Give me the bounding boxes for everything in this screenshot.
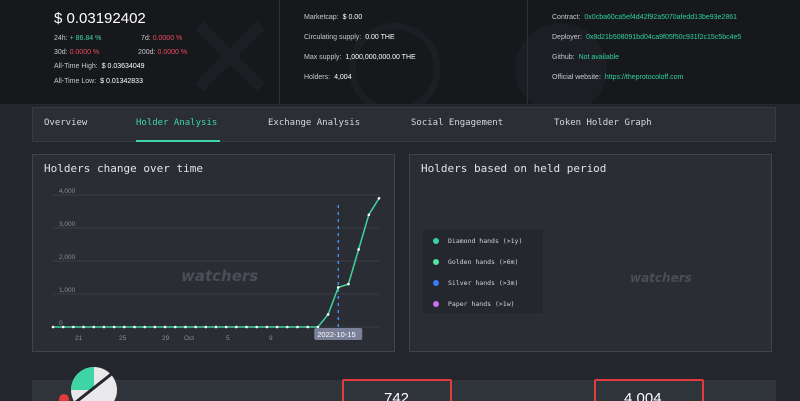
data-point[interactable] [214, 325, 218, 329]
y-tick-label: 4,000 [59, 188, 76, 195]
holders-over-time-panel: Holders change over time watchers 0 1,000… [32, 154, 395, 352]
github: Github: Not available [552, 54, 620, 61]
tab-holder-analysis[interactable]: Holder Analysis [136, 118, 217, 128]
price-section: $ 0.03192402 24h: + 86.84 % 7d: 0.0000 %… [32, 0, 280, 104]
tab-bar: Overview Holder Analysis Exchange Analys… [32, 107, 776, 142]
data-point[interactable] [347, 282, 350, 286]
holders-line-chart[interactable]: watchers 0 1,000 2,000 3,000 4,000 21 25 29 Oct… [33, 155, 394, 351]
x-tick-label: 5 [226, 335, 230, 342]
data-point[interactable] [296, 325, 299, 329]
data-point[interactable] [377, 197, 381, 200]
y-tick-label: 1,000 [59, 287, 76, 294]
x-tick-label: Oct [184, 335, 194, 342]
tab-exchange-analysis[interactable]: Exchange Analysis [268, 118, 360, 128]
data-point[interactable] [255, 325, 259, 329]
x-tick-label: 25 [119, 335, 127, 342]
summary-label-blurred: ▂▂▂ ▂▂▂▂ ▂▂▂ ▂▂▂▂ ▂▂ [165, 395, 286, 401]
y-tick-label: 0 [59, 320, 63, 327]
data-point[interactable] [326, 313, 330, 316]
held-period-legend: Diamond hands (>1y) Golden hands (>6m) S… [423, 229, 543, 313]
summary-logo-icon [59, 367, 117, 401]
data-point[interactable] [123, 325, 126, 329]
tab-overview[interactable]: Overview [44, 118, 87, 128]
legend-silver-hands[interactable]: Silver hands (>3m) [433, 279, 518, 287]
y-tick-label: 2,000 [59, 254, 76, 261]
data-point[interactable] [82, 325, 85, 329]
panel-title: Holders based on held period [421, 162, 607, 175]
token-header: ✕ ○ ● $ 0.03192402 24h: + 86.84 % 7d: 0.… [0, 0, 800, 104]
contract-section: Contract: 0x0cba60ca5ef4d42f92a5070afedd1… [528, 0, 800, 104]
data-point[interactable] [265, 325, 269, 329]
x-tick-label: 21 [75, 335, 83, 342]
data-point[interactable] [72, 325, 75, 329]
data-point[interactable] [194, 325, 197, 329]
summary-value-1: 742 [384, 390, 410, 401]
data-point[interactable] [153, 325, 157, 329]
data-point[interactable] [204, 325, 208, 329]
summary-value-2: 4,004 [624, 390, 662, 401]
data-point[interactable] [173, 325, 177, 329]
data-point[interactable] [245, 325, 248, 329]
legend-dot [433, 259, 439, 265]
data-point[interactable] [133, 325, 136, 329]
data-point[interactable] [336, 286, 340, 289]
website-link[interactable]: https://theprotocoloff.com [605, 74, 683, 81]
all-time-low: All-Time Low: $ 0.01342833 [54, 78, 143, 85]
deployer-link[interactable]: 0x8d21b508091bd04ca9f05f50c931f2c15c5bc4… [586, 34, 741, 41]
tab-social-engagement[interactable]: Social Engagement [411, 118, 503, 128]
legend-golden-hands[interactable]: Golden hands (>6m) [433, 258, 518, 266]
legend-dot [433, 280, 439, 286]
legend-paper-hands[interactable]: Paper hands (>1w) [433, 300, 515, 308]
data-point[interactable] [306, 325, 309, 329]
y-tick-label: 3,000 [59, 221, 76, 228]
tab-token-holder-graph[interactable]: Token Holder Graph [554, 118, 652, 128]
data-point[interactable] [51, 325, 55, 329]
data-point[interactable] [112, 325, 116, 329]
data-point[interactable] [286, 325, 289, 329]
data-point[interactable] [143, 325, 146, 329]
marketcap: Marketcap: $ 0.00 [304, 14, 363, 21]
data-point[interactable] [275, 325, 279, 329]
all-time-high: All-Time High: $ 0.03634049 [54, 63, 145, 70]
change-200d: 200d: 0.0000 % [138, 49, 188, 56]
change-30d: 30d: 0.0000 % [54, 49, 100, 56]
active-tab-indicator [136, 140, 220, 142]
legend-dot [433, 301, 439, 307]
contract-link[interactable]: 0x0cba60ca5ef4d42f92a5070afedd13be93e286… [584, 14, 737, 21]
data-point[interactable] [102, 325, 106, 329]
data-point[interactable] [184, 325, 187, 329]
supply-section: Marketcap: $ 0.00 Circulating supply: 0.00… [280, 0, 528, 104]
data-point[interactable] [357, 248, 360, 251]
data-point[interactable] [61, 325, 65, 329]
legend-dot [433, 238, 439, 244]
chart-watermark: watchers [181, 267, 258, 285]
data-point[interactable] [163, 325, 167, 329]
data-point[interactable] [235, 325, 238, 329]
official-website: Official website: https://theprotocoloff.… [552, 74, 684, 81]
data-point[interactable] [367, 213, 371, 217]
panel-watermark: watchers [630, 271, 692, 285]
summary-label-blurred-2: ▂▂ ▂▂▂▂ ▂▂▂ [475, 395, 543, 401]
deployer: Deployer: 0x8d21b508091bd04ca9f05f50c931f… [552, 34, 742, 41]
max-supply: Max supply: 1,000,000,000.00 THE [304, 54, 416, 61]
series-line-holders [53, 197, 380, 328]
contract: Contract: 0x0cba60ca5ef4d42f92a5070afedd1… [552, 14, 737, 21]
circulating-supply: Circulating supply: 0.00 THE [304, 34, 395, 41]
data-point[interactable] [316, 325, 320, 329]
change-24h: 24h: + 86.84 % [54, 35, 102, 42]
data-point[interactable] [224, 325, 228, 329]
x-tick-label: 9 [269, 335, 273, 342]
date-tooltip-label: 2022-10-15 [317, 330, 355, 339]
x-tick-label: 29 [162, 335, 170, 342]
data-point[interactable] [92, 325, 96, 329]
holders-count: Holders: 4,004 [304, 74, 352, 81]
legend-diamond-hands[interactable]: Diamond hands (>1y) [433, 237, 522, 245]
github-value: Not available [578, 54, 620, 61]
held-period-panel: Holders based on held period Diamond han… [409, 154, 772, 352]
token-price: $ 0.03192402 [54, 10, 146, 27]
change-7d: 7d: 0.0000 % [141, 35, 183, 42]
